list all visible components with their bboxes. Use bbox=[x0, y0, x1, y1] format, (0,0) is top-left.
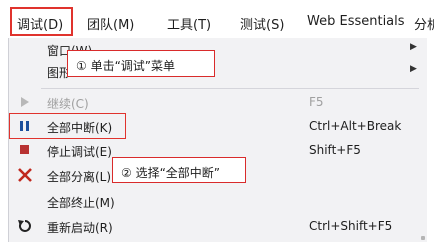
callout-step2: ② 选择“全部中断” bbox=[112, 157, 246, 183]
menu-team[interactable]: 团队(M) bbox=[87, 14, 134, 33]
callout-step1: ① 单击“调试”菜单 bbox=[67, 50, 215, 77]
callout-text: ① 单击“调试”菜单 bbox=[76, 59, 176, 73]
menu-web-essentials[interactable]: Web Essentials bbox=[307, 14, 405, 29]
menu-item-terminate-all[interactable]: 全部终止(M) bbox=[9, 190, 427, 215]
menu-test[interactable]: 测试(S) bbox=[240, 14, 284, 33]
menu-item-label: 停止调试(E) bbox=[47, 145, 112, 159]
menu-item-label: 全部终止(M) bbox=[47, 196, 115, 210]
restart-icon bbox=[18, 220, 31, 232]
break-all-highlight-box bbox=[9, 113, 126, 139]
close-icon bbox=[18, 168, 32, 182]
menu-item-label: 全部分离(L) bbox=[47, 170, 112, 184]
menu-separator bbox=[41, 88, 419, 89]
submenu-arrow-icon: ▶ bbox=[410, 64, 417, 74]
menu-item-shortcut: Ctrl+Alt+Break bbox=[309, 119, 402, 133]
menu-item-shortcut: Shift+F5 bbox=[309, 143, 361, 157]
menu-bar: 调试(D) 团队(M) 工具(T) 测试(S) Web Essentials 分… bbox=[0, 0, 434, 40]
menu-analyze[interactable]: 分析 bbox=[414, 14, 434, 33]
callout-text: ② 选择“全部中断” bbox=[121, 166, 221, 180]
menu-item-restart[interactable]: 重新启动(R) Ctrl+Shift+F5 bbox=[9, 215, 427, 240]
play-icon bbox=[21, 97, 29, 107]
menu-debug[interactable]: 调试(D) bbox=[17, 14, 63, 33]
stop-icon bbox=[20, 145, 29, 154]
menu-item-label: 重新启动(R) bbox=[47, 221, 113, 235]
menu-item-shortcut: Ctrl+Shift+F5 bbox=[309, 219, 393, 233]
menu-tools[interactable]: 工具(T) bbox=[167, 14, 211, 33]
menu-item-label: 继续(C) bbox=[47, 97, 89, 111]
resize-grip bbox=[421, 236, 425, 240]
submenu-arrow-icon: ▶ bbox=[410, 42, 417, 52]
menu-item-shortcut: F5 bbox=[309, 95, 324, 109]
